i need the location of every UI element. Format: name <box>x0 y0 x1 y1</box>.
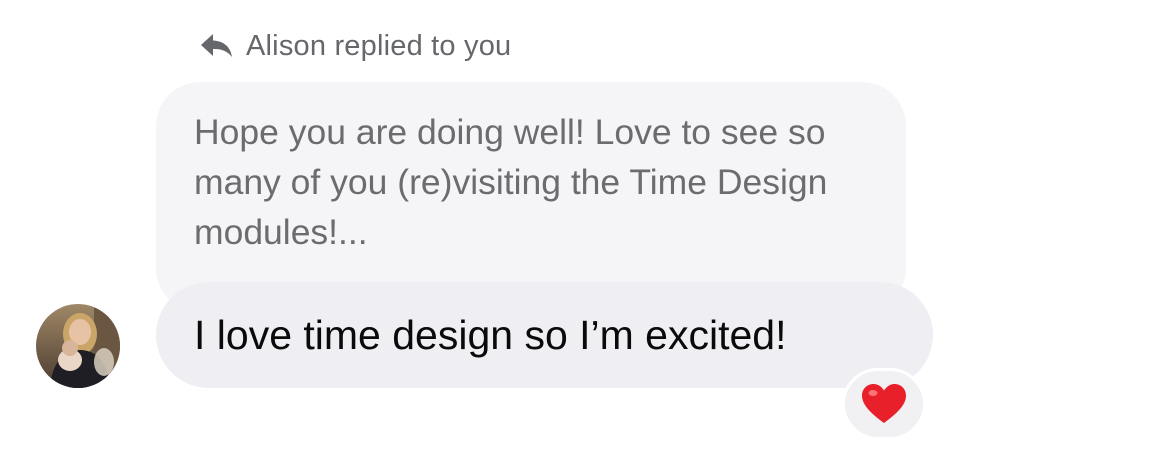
reply-message-text: I love time design so I’m excited! <box>194 311 787 358</box>
reply-arrow-icon <box>200 33 234 59</box>
avatar[interactable] <box>36 304 120 388</box>
reply-header-text: Alison replied to you <box>246 29 512 62</box>
reply-message-bubble[interactable]: I love time design so I’m excited! <box>156 282 933 388</box>
red-heart-icon <box>862 384 906 423</box>
reply-header: Alison replied to you <box>200 27 511 65</box>
quoted-message-text: Hope you are doing well! Love to see so … <box>194 112 828 252</box>
user-avatar-photo <box>36 304 120 388</box>
heart-reaction[interactable] <box>842 368 926 440</box>
quoted-message-bubble[interactable]: Hope you are doing well! Love to see so … <box>156 82 906 312</box>
